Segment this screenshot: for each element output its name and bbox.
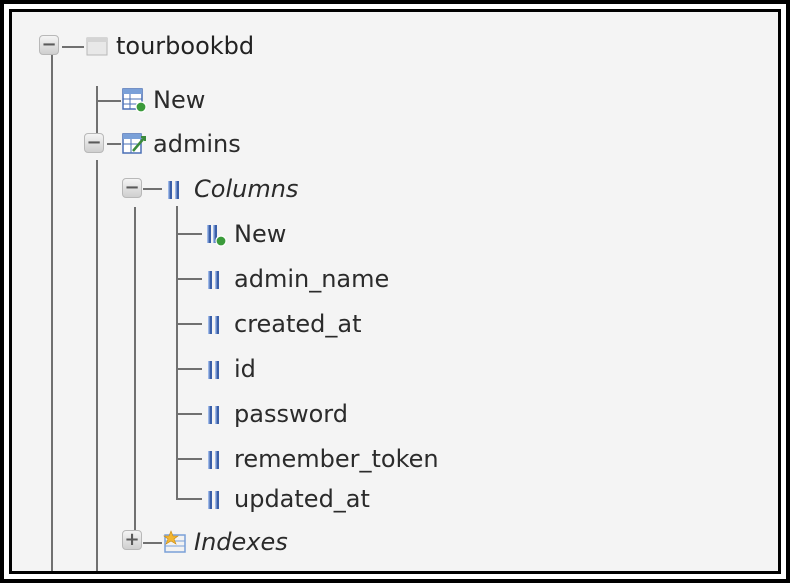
- tree-branch: [176, 413, 202, 415]
- tree-branch: [143, 188, 162, 190]
- tree-line-table-items: [134, 207, 136, 539]
- tree-branch: [176, 368, 202, 370]
- indexes-expand-toggle[interactable]: +: [122, 530, 142, 550]
- tree-node-column[interactable]: remember_token: [202, 443, 439, 475]
- tree-node-column[interactable]: created_at: [202, 308, 362, 340]
- tree-node-database[interactable]: tourbookbd: [84, 30, 254, 62]
- new-table-icon: [121, 87, 147, 113]
- tree-node-new-column[interactable]: New: [202, 218, 286, 250]
- column-label: password: [234, 400, 348, 428]
- columns-collapse-toggle[interactable]: −: [122, 178, 142, 198]
- tree-branch: [143, 542, 162, 544]
- tree-branch: [62, 46, 84, 48]
- column-label: admin_name: [234, 265, 390, 293]
- tree-node-column[interactable]: password: [202, 398, 348, 430]
- column-label: created_at: [234, 310, 362, 338]
- tree-node-column[interactable]: admin_name: [202, 263, 389, 295]
- column-icon: [202, 356, 228, 382]
- tree-line-columns: [176, 206, 178, 498]
- database-icon: [84, 33, 110, 59]
- column-label: remember_token: [234, 445, 439, 473]
- database-collapse-toggle[interactable]: −: [39, 35, 59, 55]
- column-label: updated_at: [234, 485, 370, 513]
- columns-icon: [162, 176, 188, 202]
- tree-node-column[interactable]: id: [202, 353, 256, 385]
- column-label: New: [234, 220, 287, 248]
- tree-branch: [176, 233, 202, 235]
- column-icon: [202, 266, 228, 292]
- columns-folder-label: Columns: [194, 175, 299, 203]
- indexes-folder-label: Indexes: [194, 528, 288, 556]
- tree-branch: [176, 323, 202, 325]
- tree-branch: [107, 143, 121, 145]
- tree-node-table-admins[interactable]: admins: [121, 128, 241, 160]
- table-name: admins: [153, 130, 241, 158]
- indexes-icon: [162, 529, 188, 555]
- new-table-label: New: [153, 86, 206, 114]
- tree-branch: [96, 100, 121, 102]
- column-icon: [202, 311, 228, 337]
- tree-node-column[interactable]: updated_at: [202, 483, 370, 515]
- object-browser-panel: − − − + tourbookbd New admins Columns Ne…: [9, 9, 781, 574]
- database-name: tourbookbd: [116, 32, 255, 60]
- tree-node-columns-folder[interactable]: Columns: [162, 173, 298, 205]
- database-tree: − − − + tourbookbd New admins Columns Ne…: [12, 12, 778, 571]
- tree-node-new-table[interactable]: New: [121, 84, 205, 116]
- column-label: id: [234, 355, 256, 383]
- column-icon: [202, 486, 228, 512]
- table-collapse-toggle[interactable]: −: [84, 133, 104, 153]
- table-icon: [121, 131, 147, 157]
- new-column-icon: [202, 221, 228, 247]
- tree-branch: [176, 458, 202, 460]
- column-icon: [202, 401, 228, 427]
- tree-node-indexes-folder[interactable]: Indexes: [162, 526, 288, 558]
- tree-line-table-children: [96, 160, 98, 571]
- column-icon: [202, 446, 228, 472]
- tree-line-database: [51, 42, 53, 571]
- tree-branch: [176, 278, 202, 280]
- tree-branch: [176, 498, 202, 500]
